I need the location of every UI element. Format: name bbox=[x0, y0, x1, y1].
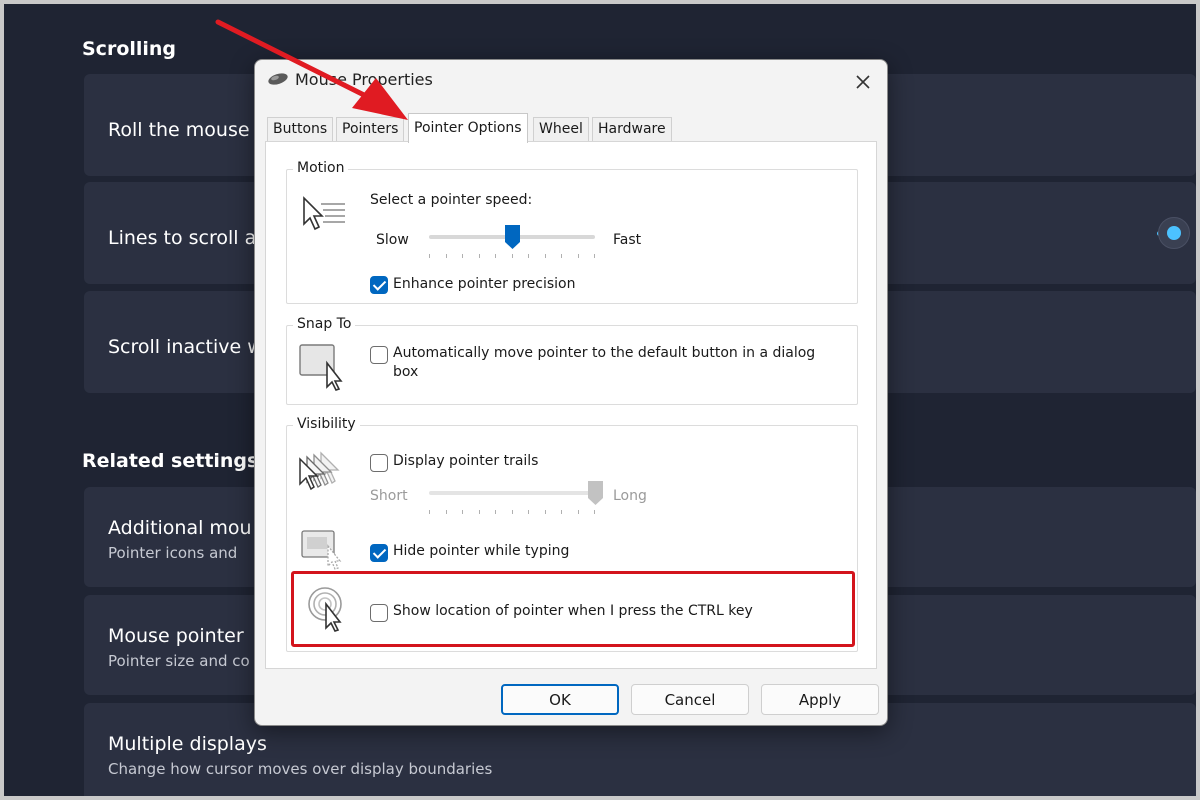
motion-legend: Motion bbox=[293, 160, 349, 176]
slider-tick bbox=[462, 510, 463, 514]
lines-slider-thumb[interactable] bbox=[1158, 217, 1190, 249]
pointer-trails-icon bbox=[299, 451, 340, 491]
apply-button[interactable]: Apply bbox=[761, 684, 879, 715]
ctrl-locate-checkbox[interactable] bbox=[370, 604, 388, 622]
hide-pointer-checkbox[interactable] bbox=[370, 544, 388, 562]
slider-tick bbox=[478, 510, 480, 514]
pointer-trails-checkbox[interactable] bbox=[370, 454, 388, 472]
slider-tick bbox=[445, 254, 447, 258]
tab-wheel[interactable]: Wheel bbox=[533, 117, 589, 141]
pointer-trails-label: Display pointer trails bbox=[393, 453, 539, 469]
additional-mouse-sub: Pointer icons and bbox=[108, 544, 238, 562]
mouse-pointer-title: Mouse pointer bbox=[108, 625, 244, 647]
slider-tick bbox=[594, 510, 595, 514]
scroll-inactive-title: Scroll inactive w bbox=[108, 336, 263, 358]
ctrl-locate-icon bbox=[308, 587, 342, 632]
slider-tick bbox=[561, 254, 562, 258]
scrolling-heading: Scrolling bbox=[82, 38, 177, 60]
close-icon bbox=[856, 75, 870, 89]
multiple-displays-sub: Change how cursor moves over display bou… bbox=[108, 760, 493, 778]
long-label: Long bbox=[613, 488, 647, 504]
hide-pointer-icon bbox=[301, 530, 342, 570]
slider-tick bbox=[511, 510, 513, 514]
slider-tick bbox=[429, 254, 430, 258]
dialog-title: Mouse Properties bbox=[295, 70, 433, 89]
snap-to-icon bbox=[299, 344, 343, 391]
speed-slider-thumb[interactable] bbox=[504, 224, 521, 250]
tab-pointers[interactable]: Pointers bbox=[336, 117, 405, 141]
auto-move-label-line2: box bbox=[393, 364, 419, 380]
lines-to-scroll-title: Lines to scroll at bbox=[108, 227, 264, 249]
trails-slider-ticks bbox=[429, 510, 595, 515]
snap-to-group: Snap To Automatically move pointer to th… bbox=[286, 316, 858, 405]
additional-mouse-title: Additional mou bbox=[108, 517, 252, 539]
tab-buttons[interactable]: Buttons bbox=[267, 117, 334, 141]
pointer-options-page: Motion Select a pointer speed: Slow Fast… bbox=[265, 141, 877, 669]
slider-tick bbox=[445, 510, 447, 514]
close-button[interactable] bbox=[849, 68, 877, 96]
roll-mouse-title: Roll the mouse bbox=[108, 119, 250, 141]
slider-tick bbox=[577, 254, 579, 258]
slider-tick bbox=[594, 254, 595, 258]
fast-label: Fast bbox=[613, 232, 642, 248]
slider-tick bbox=[495, 254, 496, 258]
slider-tick bbox=[561, 510, 562, 514]
trails-slider-track[interactable] bbox=[429, 491, 595, 495]
tab-pointer-options[interactable]: Pointer Options bbox=[408, 113, 528, 143]
mouse-pointer-sub: Pointer size and co bbox=[108, 652, 250, 670]
motion-group: Motion Select a pointer speed: Slow Fast… bbox=[286, 160, 858, 304]
slider-tick bbox=[495, 510, 496, 514]
pointer-speed-icon bbox=[303, 196, 345, 231]
slider-tick bbox=[544, 254, 546, 258]
slider-tick bbox=[528, 510, 529, 514]
visibility-group: Visibility Display pointer trails Short … bbox=[286, 416, 858, 652]
speed-slider-ticks bbox=[429, 254, 595, 259]
multiple-displays-title: Multiple displays bbox=[108, 733, 267, 755]
visibility-legend: Visibility bbox=[293, 416, 360, 432]
slow-label: Slow bbox=[376, 232, 409, 248]
slider-tick bbox=[528, 254, 529, 258]
enhance-precision-label: Enhance pointer precision bbox=[393, 276, 576, 292]
trails-slider-thumb[interactable] bbox=[587, 480, 604, 506]
mouse-icon bbox=[268, 73, 288, 85]
speed-label: Select a pointer speed: bbox=[370, 192, 533, 208]
slider-tick bbox=[478, 254, 480, 258]
slider-tick bbox=[577, 510, 579, 514]
auto-move-label-line1: Automatically move pointer to the defaul… bbox=[393, 345, 816, 361]
slider-tick bbox=[462, 254, 463, 258]
ok-button[interactable]: OK bbox=[501, 684, 619, 715]
tab-hardware[interactable]: Hardware bbox=[592, 117, 672, 141]
snap-to-legend: Snap To bbox=[293, 316, 356, 332]
auto-move-checkbox[interactable] bbox=[370, 346, 388, 364]
slider-tick bbox=[544, 510, 546, 514]
slider-tick bbox=[511, 254, 513, 258]
related-settings-heading: Related settings bbox=[82, 450, 259, 472]
ctrl-locate-label: Show location of pointer when I press th… bbox=[393, 603, 753, 619]
enhance-precision-checkbox[interactable] bbox=[370, 276, 388, 294]
cancel-button[interactable]: Cancel bbox=[631, 684, 749, 715]
slider-tick bbox=[429, 510, 430, 514]
mouse-properties-dialog: Mouse Properties Buttons Pointers Pointe… bbox=[254, 59, 888, 726]
hide-pointer-label: Hide pointer while typing bbox=[393, 543, 570, 559]
short-label: Short bbox=[370, 488, 408, 504]
